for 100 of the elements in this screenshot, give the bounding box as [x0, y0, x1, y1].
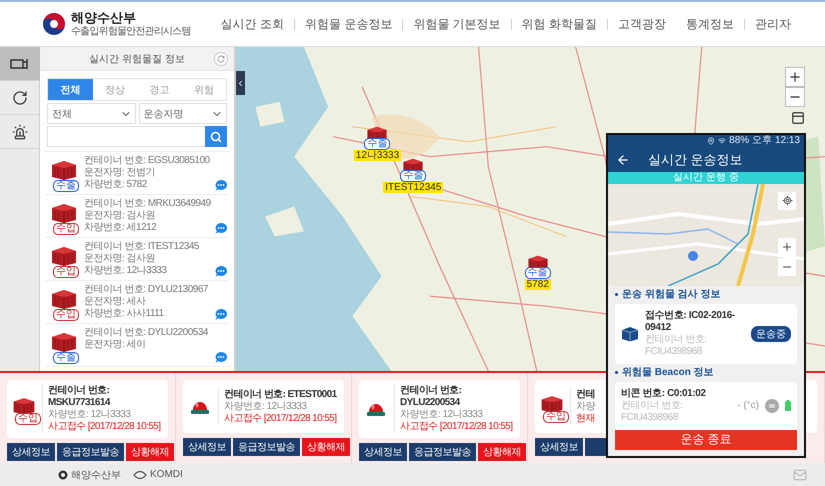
- zoom-out-button[interactable]: [785, 87, 805, 107]
- item-detail: 운전자명: 검사원: [84, 253, 156, 265]
- item-detail: 컨테이너 번호: ITEST12345: [84, 241, 199, 253]
- type-badge: 수출: [53, 180, 79, 192]
- chat-bubble-icon[interactable]: [215, 266, 227, 277]
- chat-bubble-icon[interactable]: [215, 309, 227, 320]
- accident-status: 사고접수 [2017/12/28 10:55]: [400, 421, 514, 433]
- collapse-button[interactable]: [236, 71, 245, 95]
- accident-status: 사고접수 [2017/12/28 10:55]: [48, 421, 162, 433]
- vehicle-number: 차량번호: 12나3333: [48, 409, 132, 421]
- container-list-item[interactable]: 수출 컨테이너 번호: DYLU2200534 운전자명: 세이: [45, 324, 229, 367]
- type-badge: 수입: [53, 223, 79, 235]
- nav-link[interactable]: 고객광장: [606, 18, 676, 30]
- plus-icon: [788, 70, 802, 84]
- type-badge: 수입: [53, 309, 79, 321]
- footer-logo-text: KOMDI: [150, 469, 183, 480]
- container-icon: [49, 288, 79, 310]
- action-button[interactable]: 응급정보발송: [233, 438, 300, 456]
- vehicle-label: ITEST12345: [383, 182, 444, 194]
- sensor-icon: [765, 398, 779, 413]
- footer-logo-text: 해양수산부: [71, 468, 121, 482]
- export-badge: 수출: [400, 170, 426, 182]
- action-button[interactable]: 상세정보: [535, 438, 583, 456]
- container-list-item[interactable]: 수입 컨테이너 번호: ITEST12345 운전자명: 검사원 차량번호: 12나3333: [45, 238, 229, 281]
- type-badge: 수입: [53, 266, 79, 278]
- dropdown[interactable]: 운송자명: [138, 103, 227, 124]
- container-list-item[interactable]: 수입 컨테이너 번호: DYLU2130967 운전자명: 세사 차량번호: 사사1111: [45, 281, 229, 324]
- siren-icon: [12, 124, 28, 140]
- release-button[interactable]: 상황해제: [478, 443, 526, 461]
- back-icon[interactable]: [616, 152, 630, 167]
- container-icon: [49, 159, 79, 181]
- container-number: 컨테이너 번호: FCIU4398968: [645, 334, 708, 358]
- panel-icon: [791, 111, 805, 125]
- siren-icon: [367, 401, 385, 416]
- locate-icon: [782, 195, 792, 206]
- plus-icon: [781, 240, 793, 253]
- container-icon: [539, 394, 565, 414]
- type-badge: 수입: [15, 413, 41, 425]
- chat-bubble-icon[interactable]: [215, 223, 227, 234]
- action-button[interactable]: 상세정보: [359, 443, 407, 461]
- export-badge: 수출: [524, 267, 551, 280]
- vehicle-label: 12나3333: [354, 150, 402, 161]
- filter-tab[interactable]: 전체: [48, 79, 92, 100]
- mail-icon: [793, 468, 807, 482]
- search-button[interactable]: [205, 126, 227, 147]
- zoom-in-button[interactable]: [778, 238, 796, 256]
- container-outline-icon: [10, 56, 30, 70]
- rail-button[interactable]: [0, 47, 40, 81]
- container-number: 컨테이너 번호: FCIU4398968: [621, 400, 684, 424]
- action-button[interactable]: 응급정보발송: [57, 443, 124, 461]
- container-list-item[interactable]: 수출 컨테이너 번호: EGSU3085100 운전자명: 전범기 차량번호: 5782: [45, 152, 229, 195]
- box-icon: [621, 326, 639, 342]
- vehicle-number: 차량번호: 12나3333: [224, 400, 308, 412]
- nav-link[interactable]: 위험 화학물질: [510, 18, 607, 30]
- dropdown[interactable]: 전체: [47, 103, 136, 124]
- nav-link[interactable]: 관리자: [744, 18, 801, 30]
- container-list-item[interactable]: 수입 컨테이너 번호: MRKU3649949 운전자명: 검사원 차량번호: 세1212: [45, 195, 229, 238]
- nav-link[interactable]: 실시간 조회: [210, 18, 294, 30]
- location-icon: [707, 137, 716, 146]
- nav-link[interactable]: 위험물 운송정보: [294, 18, 402, 30]
- chat-bubble-icon[interactable]: [215, 352, 227, 363]
- receipt-number: 접수번호: IC02-2016-09412: [645, 310, 736, 334]
- container-number: 컨테이너 번호: MSKU7731614: [48, 385, 112, 409]
- battery-level: 88%: [729, 136, 750, 146]
- chevron-left-icon: [236, 78, 245, 88]
- item-detail: 컨테이너 번호: MRKU3649949: [84, 198, 211, 210]
- search-field[interactable]: [47, 126, 205, 147]
- locate-button[interactable]: [778, 192, 796, 210]
- refresh-button[interactable]: [214, 52, 228, 66]
- vehicle-label: 5782: [524, 279, 551, 290]
- release-button[interactable]: 상황해제: [302, 438, 350, 456]
- item-detail: 차량번호: 사사1111: [84, 308, 164, 320]
- banner-text: 실시간 운행 중: [673, 173, 739, 183]
- bullet-dot: [615, 293, 618, 296]
- nav-link[interactable]: 통계정보: [676, 18, 744, 30]
- item-detail: 운전자명: 세사: [84, 296, 146, 308]
- logo-icon: [133, 470, 147, 480]
- item-detail: 운전자명: 검사원: [84, 210, 156, 222]
- section-heading: 운송 위험물 검사 정보: [622, 288, 720, 301]
- action-button[interactable]: 상세정보: [7, 443, 55, 461]
- zoom-in-button[interactable]: [785, 67, 805, 87]
- end-transport-button[interactable]: 운송 종료: [615, 430, 797, 450]
- action-button[interactable]: 상세정보: [183, 438, 231, 456]
- accident-status: 사고접수 [2017/12/28 10:55]: [224, 412, 337, 424]
- vehicle-number: 차량번호: 12나3333: [400, 409, 484, 421]
- layers-button[interactable]: [789, 111, 807, 125]
- release-button[interactable]: 상황해제: [126, 443, 174, 461]
- zoom-out-button[interactable]: [778, 258, 796, 276]
- container-number: 컨테이너 번호: ETEST0001: [224, 388, 337, 400]
- screen-title: 실시간 운송정보: [648, 150, 743, 169]
- chat-bubble-icon[interactable]: [215, 180, 227, 191]
- refresh-icon: [217, 55, 225, 63]
- item-detail: 운전자명: 세이: [84, 339, 146, 351]
- item-detail: 차량번호: 12나3333: [84, 265, 166, 277]
- nav-link[interactable]: 위험물 기본정보: [402, 18, 511, 30]
- action-button[interactable]: 응급정보발송: [409, 443, 476, 461]
- container-number: 컨테: [576, 388, 595, 400]
- refresh-icon: [12, 90, 28, 106]
- item-detail: 차량번호: 5782: [84, 179, 147, 191]
- logo-title: 해양수산부: [71, 11, 137, 26]
